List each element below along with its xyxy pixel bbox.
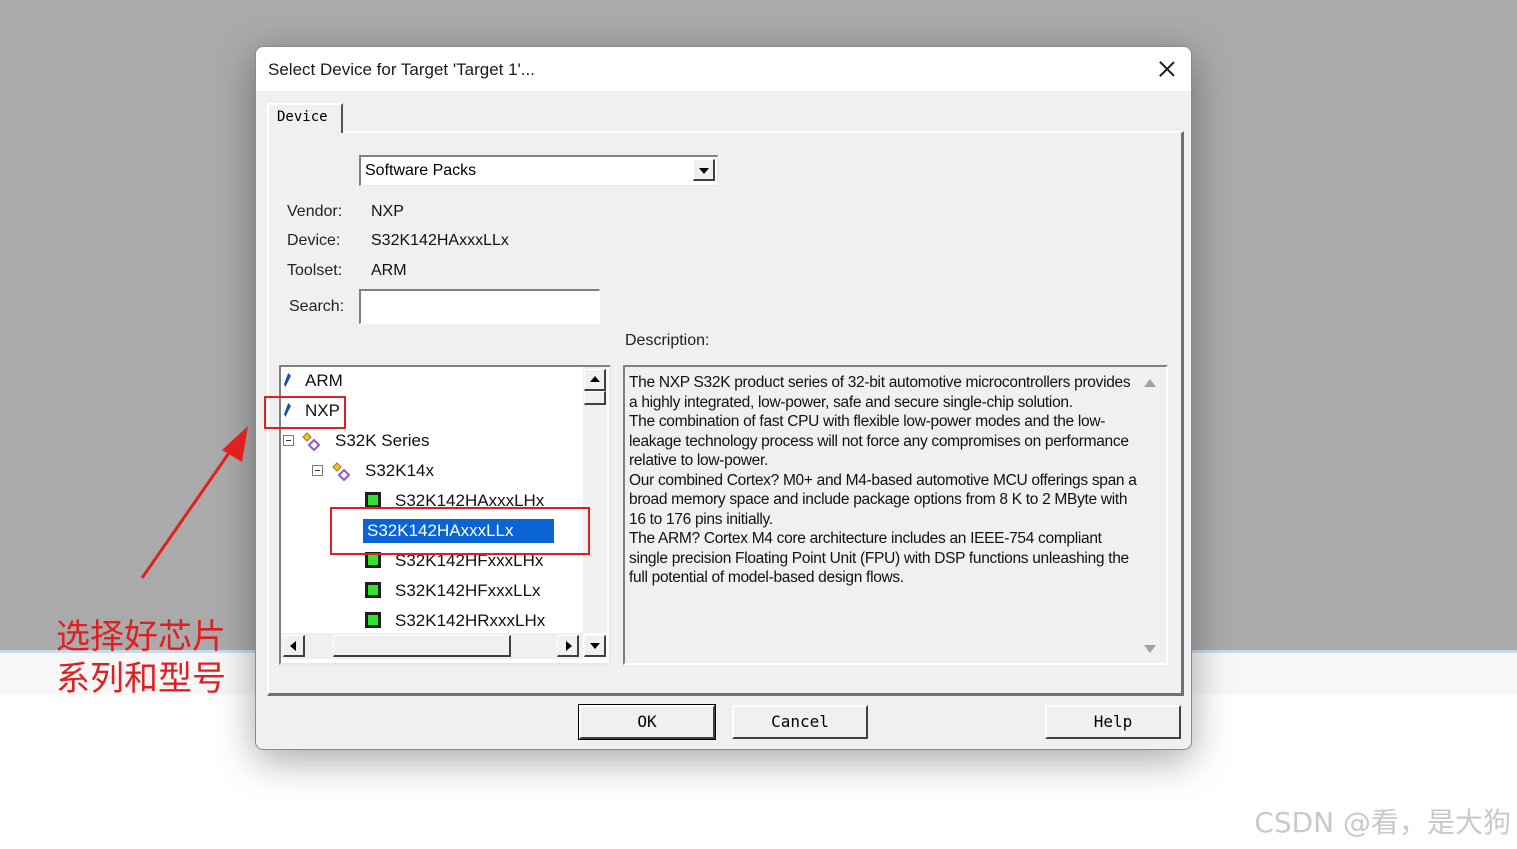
chip-icon (365, 612, 381, 628)
tree-horizontal-scrollbar[interactable] (281, 633, 583, 659)
scroll-up-icon[interactable] (1144, 379, 1156, 387)
subfamily-icon (332, 462, 351, 481)
tree-item-device[interactable]: S32K142HRxxxLHx (281, 607, 581, 635)
tree-vertical-scrollbar[interactable] (583, 367, 607, 633)
tab-device-label: Device (277, 109, 328, 125)
scroll-right-icon[interactable] (557, 635, 579, 657)
tree-item-device[interactable]: S32K142HFxxxLLx (281, 577, 581, 605)
search-label: Search: (289, 298, 345, 315)
device-label: Device: (287, 232, 341, 249)
description-label: Description: (625, 332, 710, 349)
tree-item-s32k-series[interactable]: S32K Series (281, 427, 581, 455)
chip-icon (365, 492, 381, 508)
vendor-label: Vendor: (287, 203, 343, 220)
tree-item-label: S32K Series (335, 431, 430, 450)
scroll-down-icon[interactable] (584, 635, 606, 657)
series-icon (302, 432, 321, 451)
watermark: CSDN @看，是大狗 (1254, 806, 1511, 839)
search-input[interactable] (359, 289, 600, 324)
toolset-label: Toolset: (287, 262, 343, 279)
description-paragraph: Our combined Cortex? M0+ and M4-based au… (629, 471, 1137, 528)
annotation-arrow-icon (140, 426, 248, 579)
scroll-thumb[interactable] (584, 391, 606, 405)
vendor-value: NXP (371, 203, 404, 220)
tree-item-s32k14x[interactable]: S32K14x (281, 457, 581, 485)
dialog-title: Select Device for Target 'Target 1'... (268, 60, 535, 79)
select-device-dialog: Select Device for Target 'Target 1'... D… (255, 46, 1192, 750)
chevron-down-icon[interactable] (693, 159, 715, 181)
scroll-left-icon[interactable] (283, 635, 305, 657)
tree-item-arm[interactable]: ARM (281, 367, 581, 395)
chip-icon (365, 582, 381, 598)
source-select[interactable]: Software Packs (359, 155, 718, 186)
dialog-titlebar: Select Device for Target 'Target 1'... (256, 47, 1191, 91)
scroll-down-icon[interactable] (1144, 645, 1156, 653)
ok-button[interactable]: OK (578, 704, 716, 740)
highlight-box-device (330, 507, 590, 555)
highlight-box-vendor (264, 396, 346, 429)
help-button[interactable]: Help (1045, 705, 1181, 739)
vendor-icon (284, 373, 291, 387)
tree-item-label: S32K14x (365, 461, 434, 480)
scroll-up-icon[interactable] (584, 369, 606, 391)
cancel-button[interactable]: Cancel (732, 705, 868, 739)
close-icon[interactable] (1153, 55, 1181, 83)
tree-item-label: S32K142HFxxxLLx (395, 581, 541, 600)
source-select-value: Software Packs (365, 162, 477, 179)
toolset-value: ARM (371, 262, 407, 279)
description-paragraph: The NXP S32K product series of 32-bit au… (629, 374, 1131, 411)
tab-device[interactable]: Device (267, 103, 343, 133)
tree-item-label: ARM (305, 371, 343, 390)
tree-item-label: S32K142HRxxxLHx (395, 611, 546, 630)
collapse-icon[interactable] (283, 435, 294, 446)
collapse-icon[interactable] (312, 465, 323, 476)
description-box: The NXP S32K product series of 32-bit au… (623, 365, 1168, 665)
annotation-text: 选择好芯片 系列和型号 (56, 616, 226, 700)
description-text: The NXP S32K product series of 32-bit au… (629, 373, 1139, 588)
annotation-line: 选择好芯片 (56, 617, 226, 657)
scroll-thumb[interactable] (333, 635, 511, 657)
description-paragraph: The ARM? Cortex M4 core architecture inc… (629, 530, 1129, 586)
description-paragraph: The combination of fast CPU with flexibl… (629, 413, 1129, 469)
device-value: S32K142HAxxxLLx (371, 232, 509, 249)
annotation-line: 系列和型号 (56, 659, 226, 699)
